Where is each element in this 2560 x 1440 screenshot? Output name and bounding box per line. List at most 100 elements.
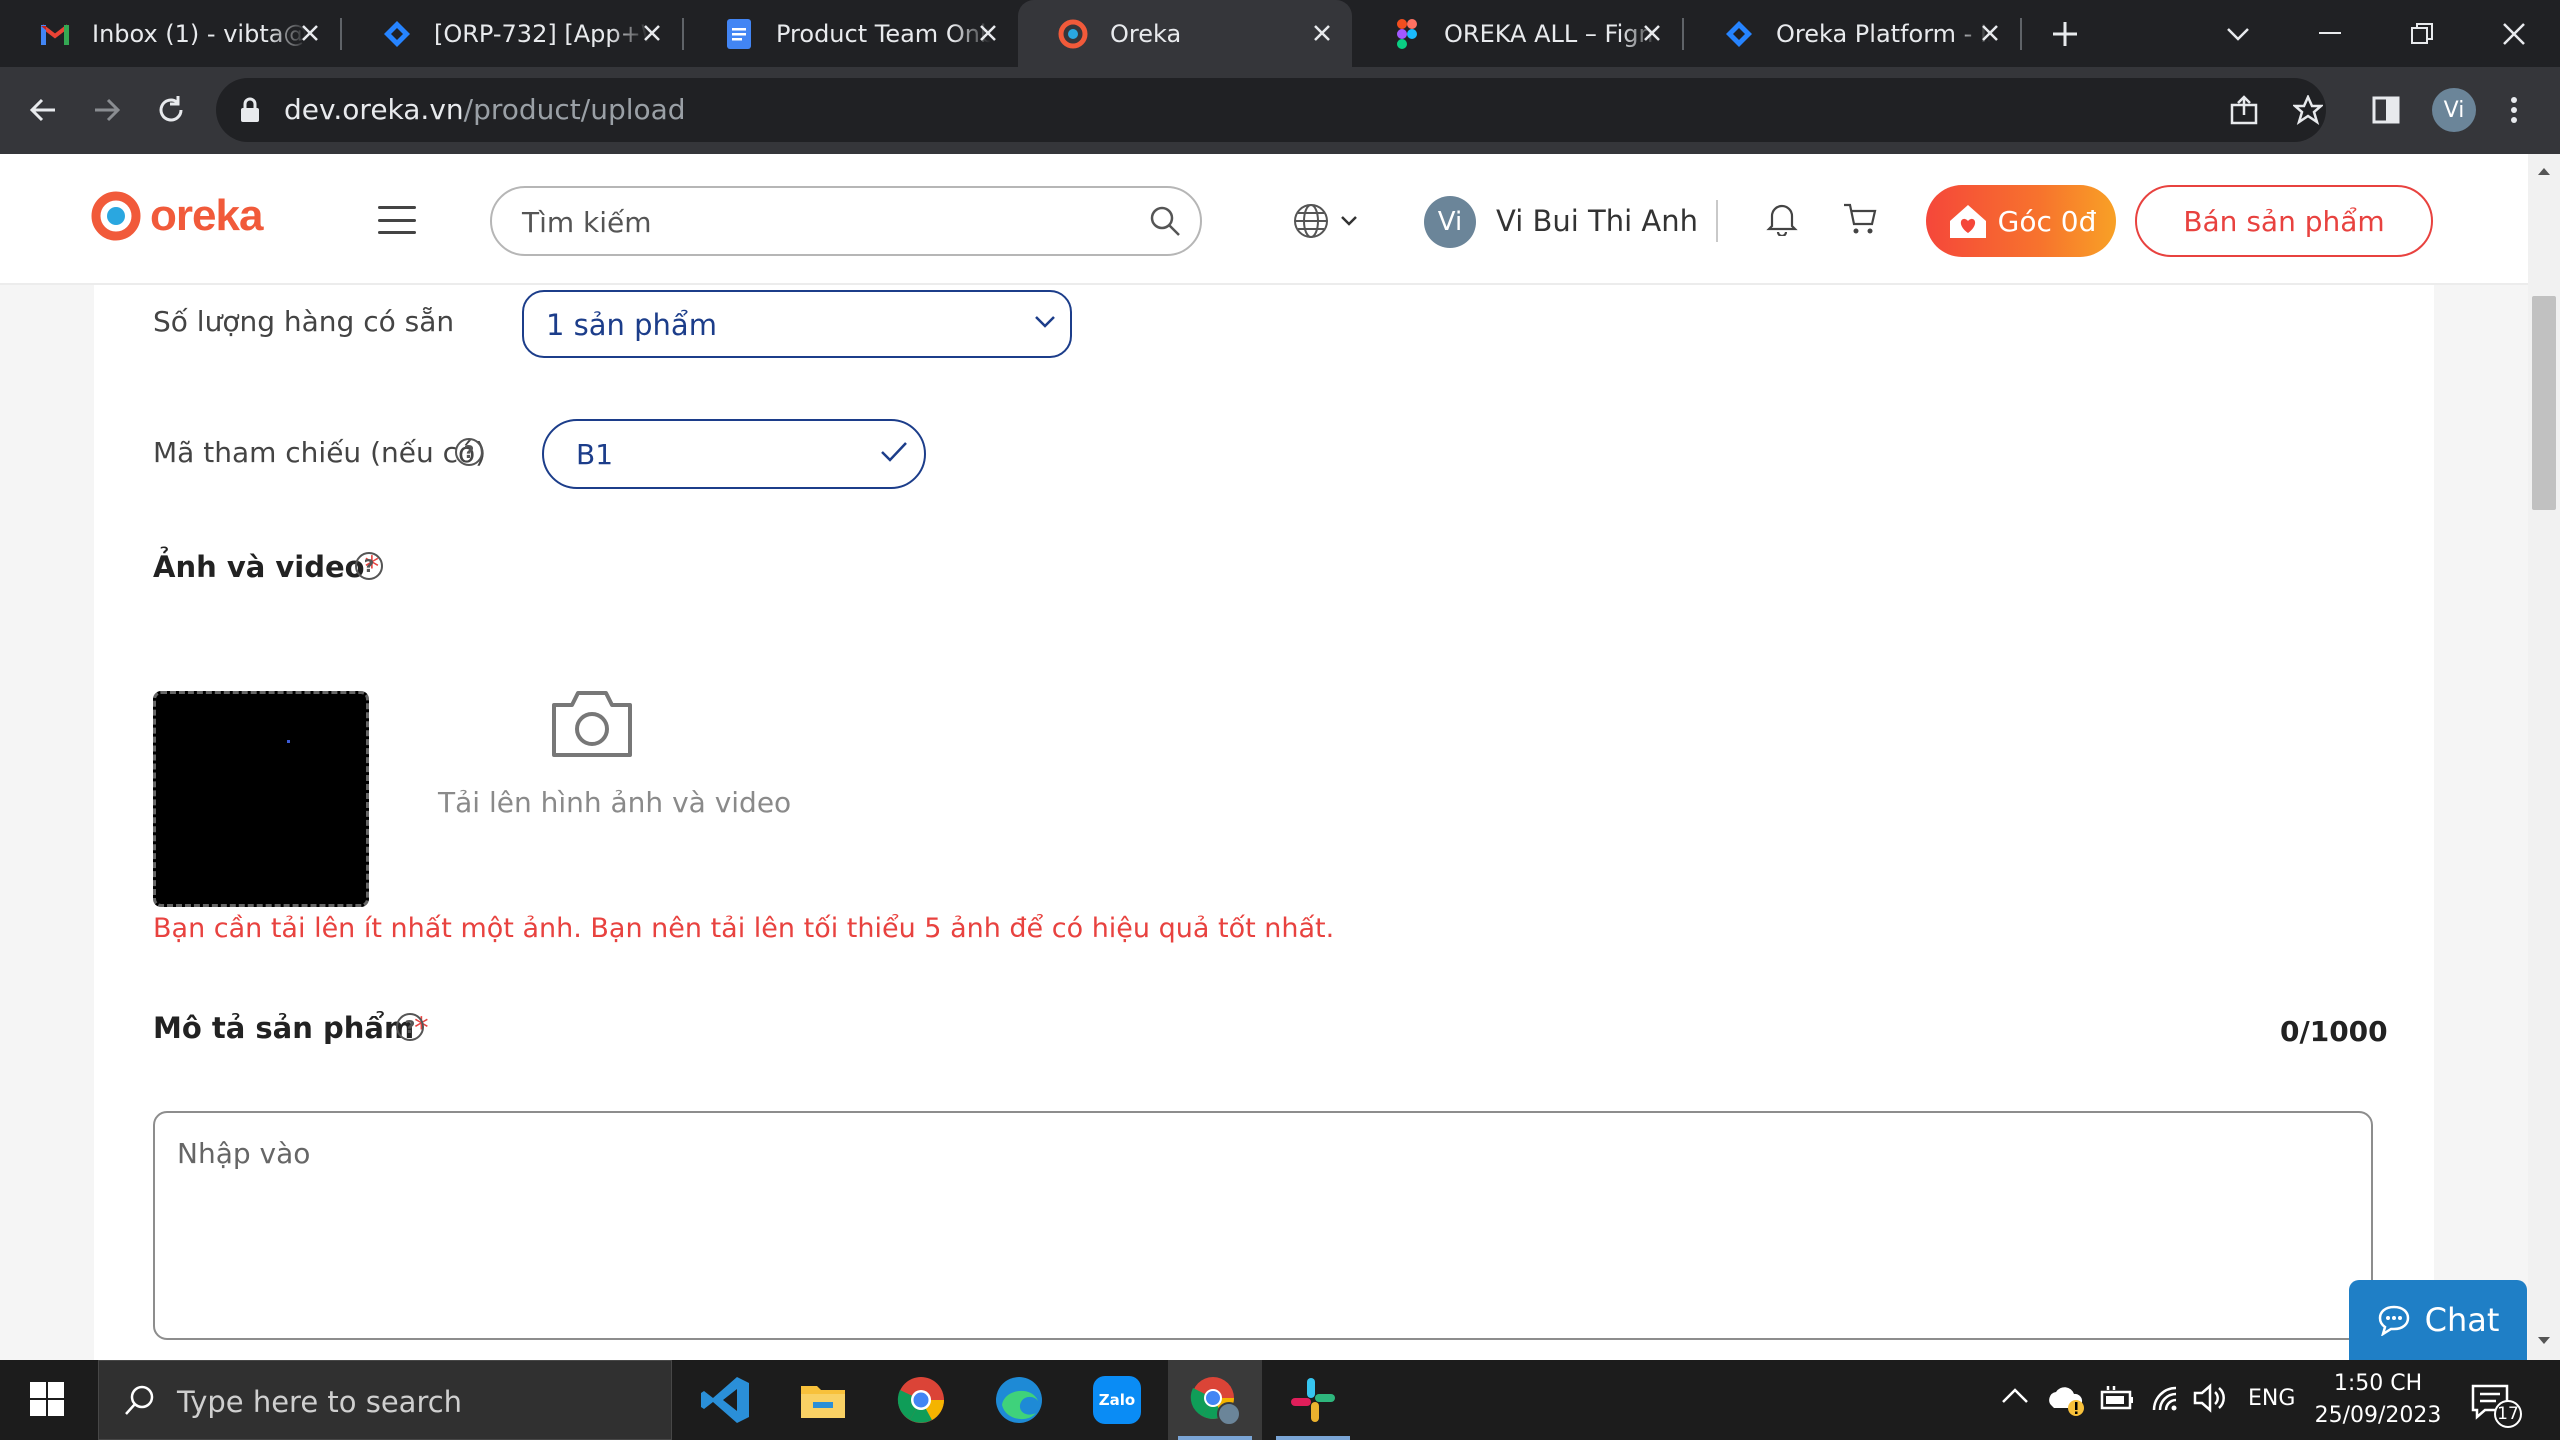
sidebar-icon[interactable] [2364,88,2408,132]
browser-menu-icon[interactable] [2492,88,2536,132]
chat-bubble-icon [2378,1305,2409,1336]
file-explorer-icon[interactable] [776,1360,870,1440]
url-text[interactable]: dev.oreka.vn/product/upload [284,90,686,130]
onedrive-warning-icon[interactable] [2046,1382,2086,1424]
language-indicator[interactable]: ENG [2248,1386,2295,1411]
chrome-icon[interactable] [874,1360,968,1440]
restore-button[interactable] [2400,12,2444,56]
chat-button[interactable]: Chat [2349,1280,2527,1360]
ref-code-input[interactable]: B1 [542,419,926,489]
close-icon[interactable] [1974,17,2006,49]
search-icon[interactable] [1148,204,1182,242]
tab-title: Oreka Platform - Iss [1776,19,1991,48]
scroll-up-arrow[interactable] [2530,160,2558,182]
description-section-title: Mô tả sản phẩm* [153,1011,429,1045]
reload-icon [159,96,183,122]
tab-title: OREKA ALL – Figma [1444,19,1659,48]
minimize-icon [2319,32,2341,34]
taskbar-clock[interactable]: 1:50 CH 25/09/2023 [2308,1368,2448,1432]
ref-code-label: Mã tham chiếu (nếu có) [153,436,487,469]
active-app-indicator [1178,1436,1252,1440]
tab-gmail[interactable]: Inbox (1) - vibta@c [0,0,340,67]
windows-start-icon[interactable] [30,1382,64,1416]
wifi-icon[interactable] [2150,1384,2182,1420]
jira-icon [382,19,412,49]
tab-figma[interactable]: OREKA ALL – Figma [1352,0,1682,67]
language-selector[interactable] [1292,202,1358,240]
back-button[interactable] [20,87,66,133]
arrow-left-icon [29,98,55,122]
notification-center-icon[interactable]: 17 [2470,1382,2530,1436]
url-host: dev.oreka.vn [284,93,464,126]
close-icon[interactable] [1636,17,1668,49]
vscode-icon[interactable] [678,1360,772,1440]
search-input[interactable]: Tìm kiếm [490,186,1202,256]
tab-search-button[interactable] [2216,12,2260,56]
tab-title: [ORP-732] [App+W [434,19,649,48]
close-icon[interactable] [636,17,668,49]
scroll-down-arrow[interactable] [2530,1330,2558,1352]
reload-button[interactable] [148,87,194,133]
browser-profile-avatar[interactable]: Vi [2432,88,2476,132]
description-placeholder: Nhập vào [177,1137,311,1170]
forward-button[interactable] [84,87,130,133]
help-icon[interactable]: ? [455,438,483,466]
tab-jira-orp[interactable]: [ORP-732] [App+W [342,0,682,67]
tab-oreka-active[interactable]: Oreka [1018,0,1352,67]
site-header: oreka Tìm kiếm Vi Vi Bui Thi Anh Góc 0đ … [0,154,2528,285]
uploaded-media-thumbnail[interactable] [153,691,369,907]
tab-docs[interactable]: Product Team Onbo [684,0,1018,67]
close-window-button[interactable] [2492,12,2536,56]
slack-icon[interactable] [1266,1360,1360,1440]
minimize-button[interactable] [2308,12,2352,56]
windows-taskbar: Type here to search Zalo ENG 1:50 CH 25/… [0,1360,2560,1440]
quantity-select[interactable]: 1 sản phẩm [522,290,1072,358]
tab-jira-platform[interactable]: Oreka Platform - Iss [1684,0,2020,67]
search-icon [123,1383,157,1421]
clock-date: 25/09/2023 [2314,1403,2442,1428]
figma-icon [1392,18,1422,49]
camera-icon[interactable] [550,687,634,763]
browser-tab-strip: Inbox (1) - vibta@c [ORP-732] [App+W Pro… [0,0,2560,67]
media-section-title: Ảnh và video* [153,550,379,584]
new-tab-button[interactable] [2045,14,2085,54]
edge-icon[interactable] [972,1360,1066,1440]
chevron-down-icon [1034,314,1056,333]
restore-icon [2411,23,2433,44]
tray-overflow-chevron-icon[interactable] [2000,1386,2030,1412]
bookmark-star-icon[interactable] [2286,88,2330,132]
goc-0d-button[interactable]: Góc 0đ [1926,185,2116,257]
cart-icon[interactable] [1842,202,1878,240]
chrome-profile-icon[interactable] [1168,1360,1262,1440]
upload-media-text[interactable]: Tải lên hình ảnh và video [438,786,791,819]
close-icon[interactable] [972,17,1004,49]
scrollbar-thumb[interactable] [2532,296,2556,510]
house-heart-icon [1949,205,1986,238]
user-name[interactable]: Vi Bui Thi Anh [1496,204,1698,238]
tab-title: Inbox (1) - vibta@c [92,19,307,48]
search-placeholder: Tìm kiếm [522,206,652,239]
user-avatar[interactable]: Vi [1424,196,1476,248]
taskbar-search-box[interactable]: Type here to search [98,1360,672,1440]
close-icon[interactable] [1306,17,1338,49]
bell-icon[interactable] [1766,202,1798,240]
description-textarea[interactable]: Nhập vào [153,1111,2373,1340]
close-icon [2503,23,2525,45]
description-title-text: Mô tả sản phẩm [153,1011,415,1045]
quantity-value: 1 sản phẩm [546,308,717,342]
volume-icon[interactable] [2192,1382,2228,1420]
battery-icon[interactable] [2098,1384,2134,1420]
zalo-label: Zalo [1093,1376,1141,1424]
close-icon[interactable] [294,17,326,49]
check-icon [880,440,908,468]
gmail-icon [40,19,70,49]
menu-icon[interactable] [378,206,416,234]
clock-time: 1:50 CH [2333,1371,2423,1396]
share-icon[interactable] [2222,88,2266,132]
help-icon[interactable]: ? [396,1013,424,1041]
oreka-logo[interactable]: oreka [90,190,263,242]
sell-product-button[interactable]: Bán sản phẩm [2135,185,2433,257]
help-icon[interactable]: ? [355,552,383,580]
jira-icon [1724,19,1754,49]
zalo-icon[interactable]: Zalo [1070,1360,1164,1440]
